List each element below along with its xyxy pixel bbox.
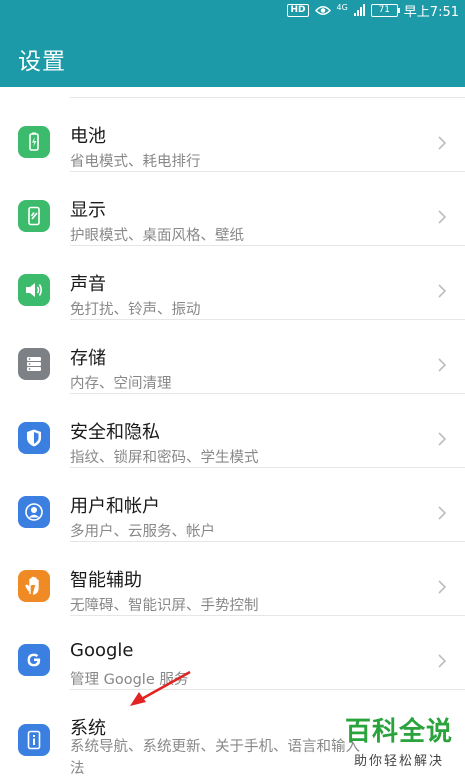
chevron-right-icon [438, 654, 447, 668]
eye-icon [314, 5, 331, 15]
page-title: 设置 [18, 49, 66, 75]
settings-item-users-accounts[interactable]: 用户和帐户 多用户、云服务、帐户 [0, 468, 465, 542]
chevron-right-icon [438, 358, 447, 372]
chevron-right-icon [438, 210, 447, 224]
shield-icon [18, 422, 50, 454]
settings-item-smart-assistance[interactable]: 智能辅助 无障碍、智能识屏、手势控制 [0, 542, 465, 616]
watermark-title: 百科全说 [344, 717, 453, 747]
battery-level: 71 [378, 4, 391, 15]
status-bar: HD 4G 71 早上7:51 [287, 0, 459, 20]
sound-icon [18, 274, 50, 306]
item-title: 声音 [70, 274, 106, 295]
google-icon [18, 644, 50, 676]
hand-icon [18, 570, 50, 602]
system-info-icon [18, 724, 50, 756]
signal-icon [353, 4, 365, 16]
chevron-right-icon [438, 506, 447, 520]
item-title: 电池 [70, 126, 106, 147]
chevron-right-icon [438, 284, 447, 298]
item-subtitle: 系统导航、系统更新、关于手机、语言和输入法 [70, 739, 360, 777]
watermark-subtitle: 助你轻松解决 [353, 754, 444, 769]
item-title: 显示 [70, 200, 106, 221]
item-subtitle: 内存、空间清理 [70, 376, 172, 392]
item-title: Google [70, 640, 134, 661]
settings-list: 电池 省电模式、耗电排行 显示 护眼模式、桌面风格、壁纸 声音 免打扰、铃声、振… [0, 87, 465, 780]
item-subtitle: 无障碍、智能识屏、手势控制 [70, 598, 259, 614]
item-subtitle: 省电模式、耗电排行 [70, 154, 201, 170]
settings-item-storage[interactable]: 存储 内存、空间清理 [0, 320, 465, 394]
user-icon [18, 496, 50, 528]
item-subtitle: 多用户、云服务、帐户 [70, 524, 215, 540]
settings-item-security-privacy[interactable]: 安全和隐私 指纹、锁屏和密码、学生模式 [0, 394, 465, 468]
settings-item-google[interactable]: Google 管理 Google 服务 [0, 616, 465, 690]
watermark: 百科全说 助你轻松解决 [345, 711, 453, 769]
chevron-right-icon [438, 432, 447, 446]
clock: 早上7:51 [403, 4, 459, 20]
chevron-right-icon [438, 580, 447, 594]
app-header: HD 4G 71 早上7:51 设置 [0, 0, 465, 87]
settings-item-battery[interactable]: 电池 省电模式、耗电排行 [0, 98, 465, 172]
storage-icon [18, 348, 50, 380]
item-subtitle: 管理 Google 服务 [70, 672, 189, 688]
hd-badge: HD [287, 3, 309, 17]
battery-status-icon: 71 [370, 3, 400, 17]
chevron-right-icon [438, 136, 447, 150]
battery-icon [18, 126, 50, 158]
item-subtitle: 指纹、锁屏和密码、学生模式 [70, 450, 259, 466]
item-title: 智能辅助 [70, 570, 142, 591]
item-subtitle: 护眼模式、桌面风格、壁纸 [70, 228, 244, 244]
display-icon [18, 200, 50, 232]
item-subtitle: 免打扰、铃声、振动 [70, 302, 201, 318]
network-type-label: 4G [336, 3, 348, 12]
settings-item-display[interactable]: 显示 护眼模式、桌面风格、壁纸 [0, 172, 465, 246]
item-title: 存储 [70, 348, 106, 369]
item-title: 用户和帐户 [70, 496, 160, 517]
item-title: 安全和隐私 [70, 422, 160, 443]
settings-item-sound[interactable]: 声音 免打扰、铃声、振动 [0, 246, 465, 320]
